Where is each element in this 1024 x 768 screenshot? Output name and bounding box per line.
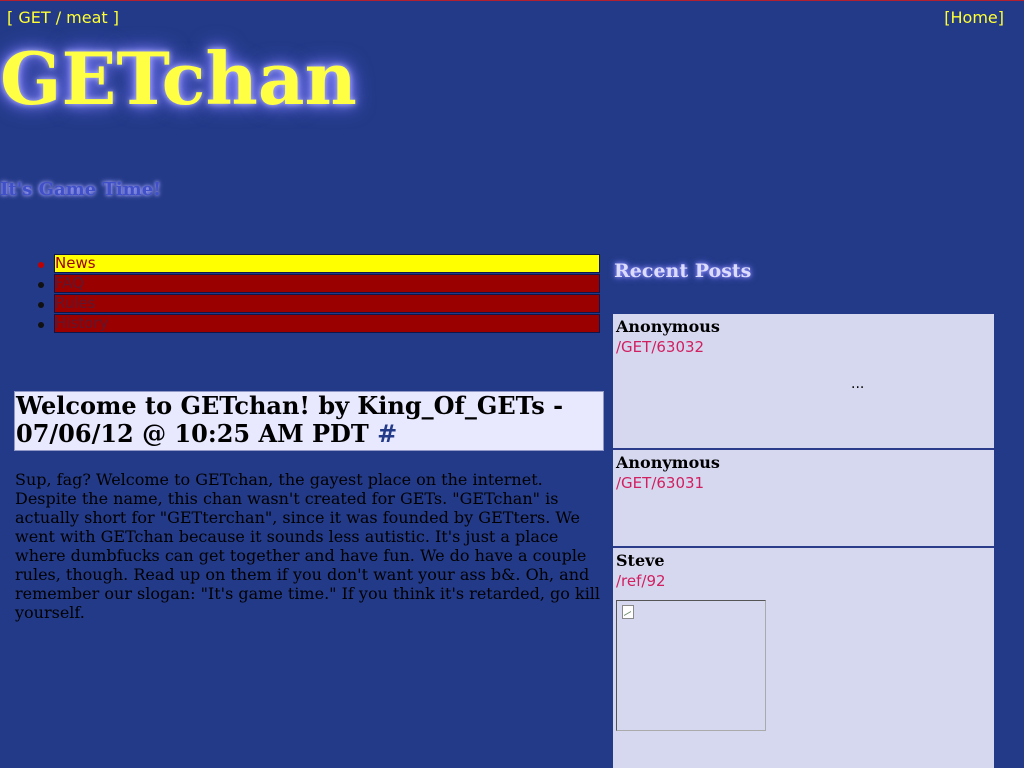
post-excerpt: ... bbox=[851, 376, 865, 392]
post-author: Steve bbox=[616, 551, 665, 570]
news-post-title: Welcome to GETchan! by King_Of_GETs - 07… bbox=[14, 391, 604, 451]
bullet-icon bbox=[38, 322, 44, 328]
site-title: GETchan bbox=[0, 36, 357, 121]
main-nav: News FAQ Rules History bbox=[30, 254, 600, 334]
bullet-icon bbox=[38, 262, 44, 268]
site-slogan: It's Game Time! bbox=[0, 179, 162, 200]
news-post-title-text: Welcome to GETchan! by King_Of_GETs - 07… bbox=[16, 391, 564, 448]
nav-item-label: News bbox=[55, 254, 96, 272]
recent-post: Steve /ref/92 bbox=[613, 548, 994, 768]
post-author: Anonymous bbox=[616, 317, 720, 336]
nav-item-rules[interactable]: Rules bbox=[38, 294, 600, 313]
home-link[interactable]: [Home] bbox=[944, 8, 1004, 27]
nav-item-faq[interactable]: FAQ bbox=[38, 274, 600, 293]
recent-post: Anonymous /GET/63032 ... bbox=[613, 314, 994, 448]
bullet-icon bbox=[38, 282, 44, 288]
post-link[interactable]: /GET/63032 bbox=[616, 338, 704, 356]
recent-post: Anonymous /GET/63031 bbox=[613, 450, 994, 546]
board-link[interactable]: [ GET / meat ] bbox=[7, 8, 119, 27]
nav-item-label: Rules bbox=[55, 294, 96, 312]
nav-item-label: FAQ bbox=[55, 274, 85, 292]
post-link[interactable]: /ref/92 bbox=[616, 572, 666, 590]
post-image[interactable] bbox=[616, 600, 766, 731]
nav-item-history[interactable]: History bbox=[38, 314, 600, 333]
nav-item-label: History bbox=[55, 314, 109, 332]
broken-image-icon bbox=[622, 605, 634, 619]
nav-item-news[interactable]: News bbox=[38, 254, 600, 273]
permalink-link[interactable]: # bbox=[377, 419, 397, 448]
bullet-icon bbox=[38, 302, 44, 308]
post-author: Anonymous bbox=[616, 453, 720, 472]
news-post-body: Sup, fag? Welcome to GETchan, the gayest… bbox=[15, 470, 601, 622]
recent-posts-title: Recent Posts bbox=[614, 260, 752, 282]
post-link[interactable]: /GET/63031 bbox=[616, 474, 704, 492]
